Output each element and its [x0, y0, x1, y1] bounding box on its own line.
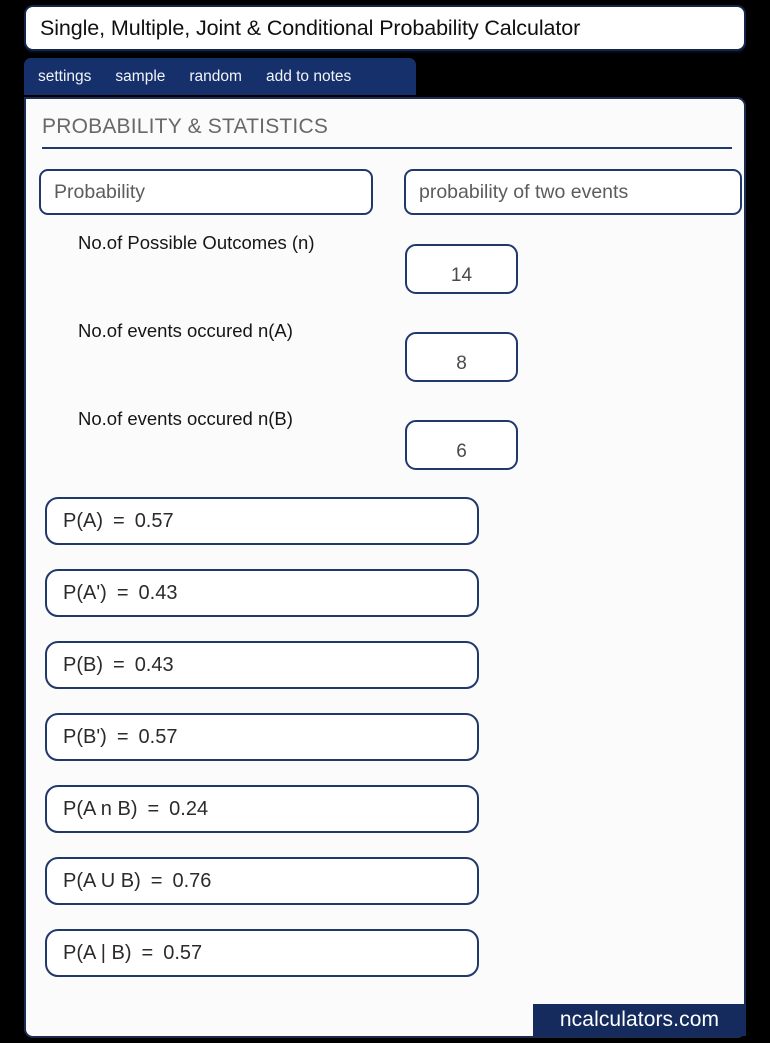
- outcomes-input-value: 14: [450, 265, 473, 286]
- input-label-events-a: No.of events occured n(A): [78, 320, 293, 341]
- calculation-mode-select[interactable]: probability of two events: [404, 169, 742, 215]
- result-equals: =: [113, 653, 125, 676]
- events-a-input[interactable]: 8: [405, 332, 518, 382]
- result-row: P(A U B) = 0.76: [45, 857, 479, 905]
- result-value: 0.57: [163, 941, 203, 964]
- section-heading: PROBABILITY & STATISTICS: [42, 115, 732, 149]
- result-row: P(A') = 0.43: [45, 569, 479, 617]
- toolbar-tabs: settings sample random add to notes: [24, 58, 416, 95]
- result-equals: =: [150, 869, 163, 892]
- tab-settings[interactable]: settings: [38, 68, 91, 86]
- result-label: P(A | B): [63, 941, 132, 964]
- tab-add-to-notes[interactable]: add to notes: [266, 68, 351, 86]
- result-equals: =: [116, 581, 129, 604]
- window-title-bar: Single, Multiple, Joint & Conditional Pr…: [24, 5, 746, 51]
- result-label: P(A'): [63, 581, 107, 604]
- result-row: P(B) = 0.43: [45, 641, 479, 689]
- result-value: 0.43: [138, 581, 178, 604]
- app-root: Single, Multiple, Joint & Conditional Pr…: [0, 0, 770, 1043]
- result-label: P(B'): [63, 725, 107, 748]
- result-label: P(A): [63, 509, 103, 532]
- result-label: P(A n B): [63, 797, 138, 820]
- input-label-events-b: No.of events occured n(B): [78, 408, 293, 429]
- result-row: P(A | B) = 0.57: [45, 929, 479, 977]
- result-value: 0.76: [172, 869, 212, 892]
- page-title: Single, Multiple, Joint & Conditional Pr…: [40, 15, 581, 40]
- brand-label: ncalculators.com: [559, 1008, 720, 1031]
- events-b-input-value: 6: [456, 441, 467, 462]
- result-value: 0.24: [169, 797, 209, 820]
- result-value: 0.57: [134, 509, 174, 532]
- result-equals: =: [116, 725, 129, 748]
- result-row: P(A n B) = 0.24: [45, 785, 479, 833]
- result-equals: =: [113, 509, 125, 532]
- result-value: 0.57: [138, 725, 178, 748]
- outcomes-input[interactable]: 14: [405, 244, 518, 294]
- result-row: P(B') = 0.57: [45, 713, 479, 761]
- tab-sample[interactable]: sample: [115, 68, 165, 86]
- result-value: 0.43: [134, 653, 174, 676]
- tab-random[interactable]: random: [189, 68, 242, 86]
- result-label: P(A U B): [63, 869, 141, 892]
- result-row: P(A) = 0.57: [45, 497, 479, 545]
- result-label: P(B): [63, 653, 103, 676]
- events-b-input[interactable]: 6: [405, 420, 518, 470]
- brand-badge: ncalculators.com: [533, 1004, 746, 1036]
- result-equals: =: [141, 941, 154, 964]
- events-a-input-value: 8: [456, 353, 467, 374]
- result-equals: =: [147, 797, 160, 820]
- calculator-type-value: Probability: [54, 180, 146, 203]
- calculator-type-select[interactable]: Probability: [39, 169, 373, 215]
- calculator-card: PROBABILITY & STATISTICS Probability pro…: [24, 97, 746, 1038]
- calculation-mode-value: probability of two events: [419, 180, 629, 203]
- input-label-outcomes: No.of Possible Outcomes (n): [78, 232, 315, 253]
